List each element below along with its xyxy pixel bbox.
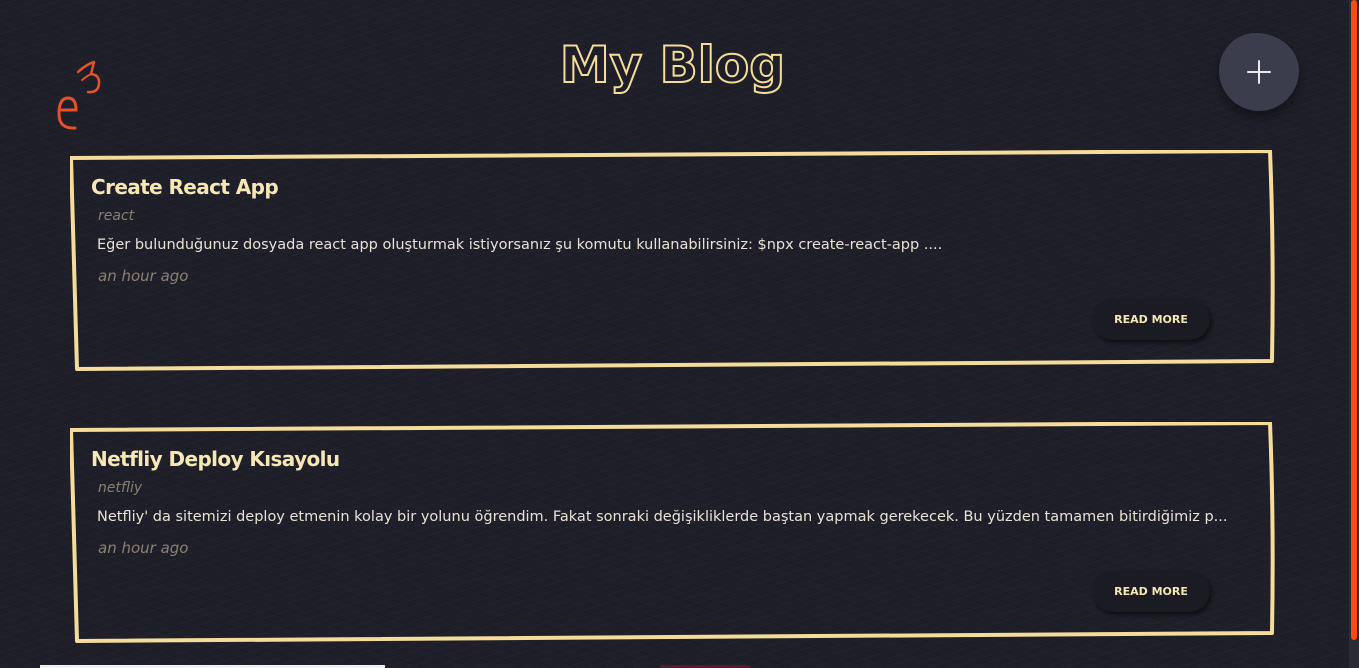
scrollbar-thumb[interactable] [1351, 0, 1357, 640]
read-more-button[interactable]: READ MORE [1092, 570, 1210, 612]
e3-logo-icon[interactable] [54, 58, 108, 132]
post-tag[interactable]: netfliy [98, 480, 142, 496]
read-more-button[interactable]: READ MORE [1092, 298, 1210, 340]
plus-icon [1247, 60, 1271, 84]
add-post-button[interactable] [1219, 33, 1299, 111]
post-timestamp: an hour ago [98, 539, 189, 557]
post-excerpt: Netfliy' da sitemizi deploy etmenin kola… [97, 509, 1228, 525]
post-card: Netfliy Deploy Kısayolu netfliy Netfliy'… [70, 422, 1275, 643]
post-tag[interactable]: react [98, 208, 134, 224]
page-scrollbar[interactable] [1349, 0, 1359, 668]
page-title: My Blog [559, 35, 786, 95]
post-timestamp: an hour ago [98, 267, 189, 285]
post-card: Create React App react Eğer bulunduğunuz… [70, 150, 1275, 371]
post-excerpt: Eğer bulunduğunuz dosyada react app oluş… [97, 237, 943, 253]
post-title[interactable]: Create React App [91, 175, 279, 199]
post-title[interactable]: Netfliy Deploy Kısayolu [91, 447, 340, 471]
